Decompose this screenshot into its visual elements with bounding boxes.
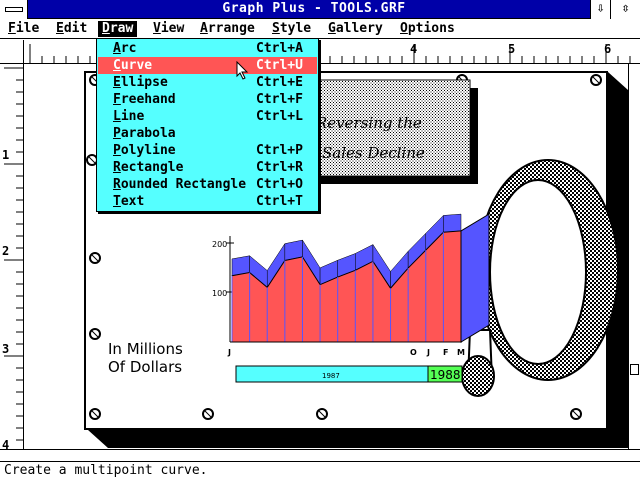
menu-item-parabola[interactable]: Parabola	[98, 125, 317, 142]
menu-item-rounded-rectangle[interactable]: Rounded Rectangle Ctrl+O	[98, 176, 317, 193]
system-menu-button[interactable]	[0, 0, 28, 19]
menu-item-arc[interactable]: Arc Ctrl+A	[98, 40, 317, 57]
menu-edit[interactable]: Edit	[52, 21, 91, 37]
system-menu-icon	[5, 7, 23, 12]
area-top-segment	[443, 213, 462, 233]
menu-item-ellipse[interactable]: Ellipse Ctrl+E	[98, 74, 317, 91]
maximize-button[interactable]: ⇳	[610, 0, 640, 19]
vertical-scroll-thumb[interactable]	[630, 364, 639, 375]
minimize-button[interactable]: ⇩	[590, 0, 610, 19]
ruler-label-v1: 1	[2, 148, 10, 162]
menu-draw[interactable]: Draw	[98, 21, 138, 37]
draw-menu-dropdown: Arc Ctrl+A Curve Ctrl+U Ellipse Ctrl+E Free…	[96, 38, 319, 212]
y-label-100: 100	[212, 289, 227, 298]
ruler-corner	[0, 40, 24, 64]
ruler-label-6: 6	[604, 42, 612, 56]
vertical-ruler: 1 2 3 4	[0, 64, 24, 464]
headline-line1: Reversing the	[315, 114, 422, 132]
menu-item-text[interactable]: Text Ctrl+T	[98, 193, 317, 210]
menu-item-freehand[interactable]: Freehand Ctrl+F	[98, 91, 317, 108]
y-label-200: 200	[212, 240, 227, 249]
month-label-j: J	[227, 348, 231, 357]
ruler-label-v2: 2	[2, 244, 10, 258]
year-label-1987: 1987	[322, 372, 340, 380]
menu-gallery[interactable]: Gallery	[324, 21, 387, 37]
title-bar: Graph Plus - TOOLS.GRF ⇩ ⇳	[0, 0, 640, 19]
month-label-o: O	[410, 348, 417, 357]
month-label-m: M	[457, 348, 465, 357]
menu-style[interactable]: Style	[268, 21, 315, 37]
units-line2: Of Dollars	[108, 358, 182, 376]
menu-bar: File Edit Draw View Arrange Style Galler…	[0, 19, 640, 39]
menu-options[interactable]: Options	[396, 21, 459, 37]
month-label-j2: J	[426, 348, 430, 357]
month-label-f: F	[443, 348, 448, 357]
menu-item-polyline[interactable]: Polyline Ctrl+P	[98, 142, 317, 159]
horizontal-scrollbar[interactable]	[0, 449, 640, 462]
headline-line2: Sales Decline	[322, 144, 425, 162]
menu-item-curve[interactable]: Curve Ctrl+U	[98, 57, 317, 74]
ruler-label-5: 5	[508, 42, 516, 56]
menu-item-rectangle[interactable]: Rectangle Ctrl+R	[98, 159, 317, 176]
menu-arrange[interactable]: Arrange	[196, 21, 259, 37]
units-line1: In Millions	[108, 340, 183, 358]
area-side-face	[460, 213, 490, 343]
menu-view[interactable]: View	[149, 21, 188, 37]
ruler-label-v3: 3	[2, 342, 10, 356]
year-label-1988: 1988	[430, 368, 461, 382]
status-bar: Create a multipoint curve.	[0, 462, 640, 480]
mouse-pointer-icon	[236, 61, 249, 80]
menu-item-line[interactable]: Line Ctrl+L	[98, 108, 317, 125]
window-title: Graph Plus - TOOLS.GRF	[222, 1, 406, 16]
vertical-scrollbar[interactable]	[628, 64, 640, 449]
ruler-label-4: 4	[410, 42, 418, 56]
vertical-ruler-ticks	[4, 67, 24, 453]
menu-file[interactable]: File	[4, 21, 43, 37]
